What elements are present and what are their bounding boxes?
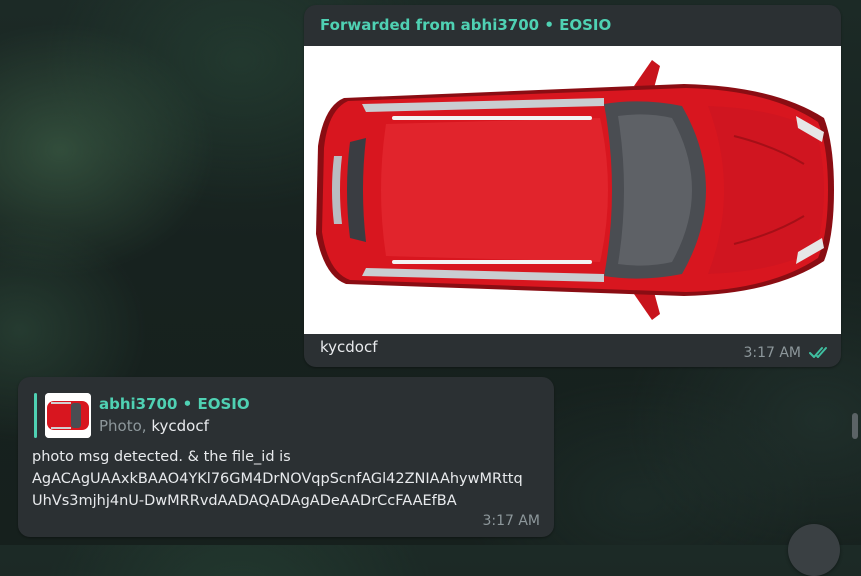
message-time: 3:17 AM bbox=[743, 345, 801, 361]
reply-preview[interactable]: Photo, kycdocf bbox=[99, 417, 209, 435]
message-photo[interactable] bbox=[304, 46, 841, 334]
message-text-line: UhVs3mjhj4nU-DwMRRvdAADAQADAgADeAADrCcFA… bbox=[32, 493, 457, 509]
reply-author[interactable]: abhi3700 • EOSIO bbox=[99, 395, 250, 413]
double-check-icon bbox=[809, 346, 831, 360]
message-text-line: AgACAgUAAxkBAAO4YKl76GM4DrNOVqpScnfAGl42… bbox=[32, 471, 523, 487]
reply-photo-thumbnail[interactable] bbox=[45, 393, 91, 438]
scrollbar-thumb[interactable] bbox=[852, 413, 858, 439]
message-time: 3:17 AM bbox=[482, 513, 540, 529]
photo-caption: kycdocf bbox=[320, 338, 378, 356]
red-car-thumbnail-icon bbox=[45, 393, 91, 438]
reply-media-kind: Photo, bbox=[99, 417, 147, 435]
forwarded-from-header[interactable]: Forwarded from abhi3700 • EOSIO bbox=[320, 16, 611, 34]
reply-accent-bar bbox=[34, 393, 37, 438]
reply-caption: kycdocf bbox=[151, 417, 209, 435]
scroll-down-button[interactable] bbox=[788, 524, 840, 576]
message-meta: 3:17 AM bbox=[743, 345, 831, 361]
message-text: photo msg detected. & the file_id is AgA… bbox=[32, 446, 544, 512]
message-text-line: photo msg detected. & the file_id is bbox=[32, 449, 291, 465]
red-car-image bbox=[304, 46, 841, 334]
reply-message[interactable]: abhi3700 • EOSIO Photo, kycdocf photo ms… bbox=[18, 377, 554, 537]
forwarded-photo-message[interactable]: Forwarded from abhi3700 • EOSIO kycdocf … bbox=[304, 5, 841, 367]
